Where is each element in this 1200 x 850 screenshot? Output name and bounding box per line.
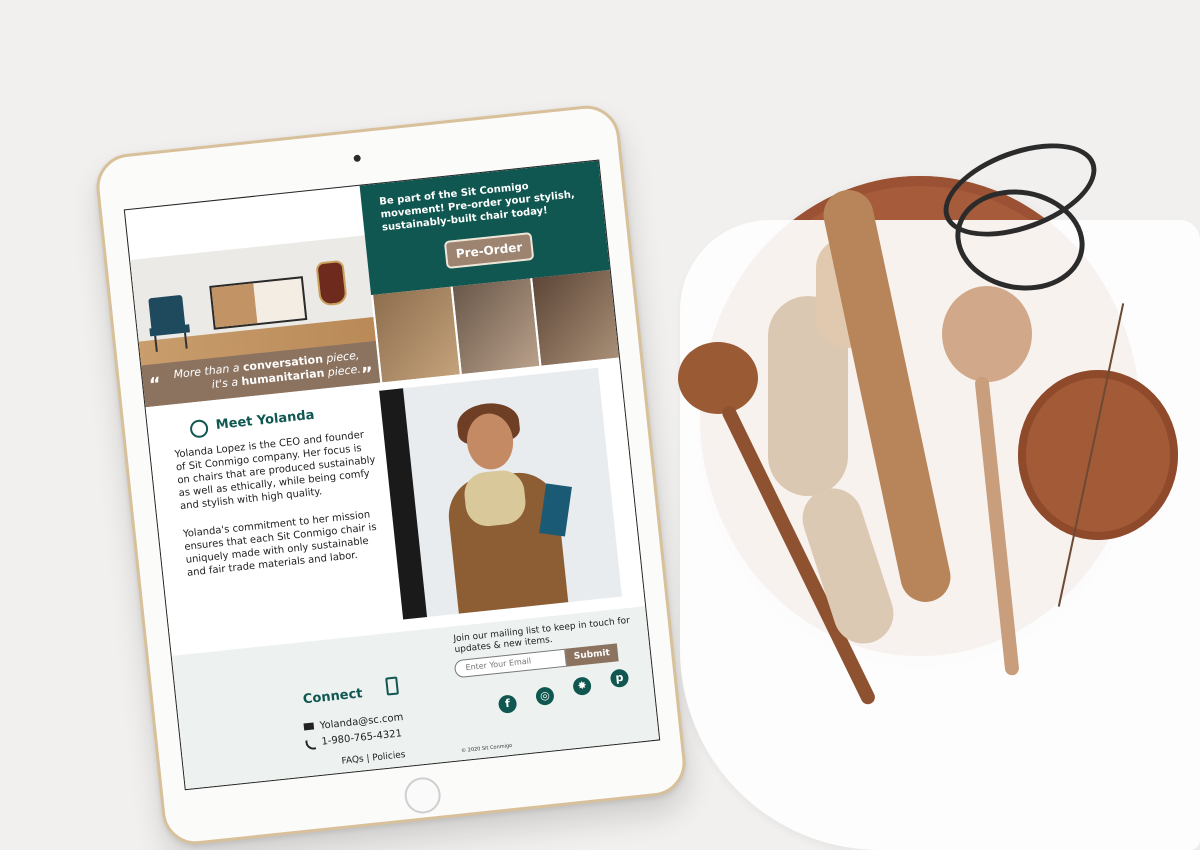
twitter-icon[interactable]: ✸ — [572, 676, 593, 697]
open-quote-icon: “ — [148, 373, 163, 396]
sideboard-drawer — [211, 283, 258, 328]
vase — [315, 259, 348, 307]
door-frame — [379, 388, 428, 620]
wooden-bowl — [1018, 370, 1178, 540]
instagram-icon[interactable]: ◎ — [535, 686, 555, 707]
quote-suffix: piece. — [323, 362, 362, 380]
camera-dot — [353, 154, 362, 163]
submit-button[interactable]: Submit — [565, 643, 619, 667]
bio-section: Meet Yolanda Yolanda Lopez is the CEO an… — [145, 357, 646, 656]
facebook-icon[interactable]: f — [497, 694, 518, 714]
footer-links[interactable]: FAQs | Policies — [341, 750, 406, 767]
tablet-device: “ More than a conversation piece, it's a… — [93, 102, 689, 848]
furniture-photo: “ More than a conversation piece, it's a… — [130, 235, 381, 408]
quote-line2-prefix: it's a — [211, 375, 243, 392]
ceo-portrait — [379, 367, 622, 620]
social-links: f ◎ ✸ p — [496, 668, 630, 716]
phone-icon — [305, 739, 317, 751]
preorder-button[interactable]: Pre-Order — [443, 231, 535, 270]
tablet-screen: “ More than a conversation piece, it's a… — [123, 159, 661, 791]
mobile-phone-icon — [385, 676, 399, 696]
bio-paragraph: Yolanda Lopez is the CEO and founder of … — [174, 429, 376, 513]
close-quote-icon: ” — [360, 363, 375, 386]
envelope-icon — [303, 722, 315, 731]
textile-photo — [450, 278, 540, 375]
folder — [539, 483, 572, 537]
weaving-photo — [371, 286, 460, 383]
copyright: © 2020 Sit Conmigo — [460, 742, 513, 755]
promo-text: Be part of the Sit Conmigo movement! Pre… — [378, 181, 576, 234]
contact-phone[interactable]: 1-980-765-4321 — [321, 728, 403, 747]
bio-paragraph: Yolanda's commitment to her mission ensu… — [182, 509, 378, 579]
artisan-photo — [530, 270, 619, 366]
wooden-spoon-light — [942, 286, 1032, 382]
meet-title: Meet Yolanda — [215, 407, 316, 433]
connect-title: Connect — [302, 686, 364, 708]
home-button — [402, 775, 443, 816]
wooden-spoon — [678, 342, 758, 414]
smiley-icon — [189, 418, 210, 439]
pinterest-icon[interactable]: p — [609, 668, 630, 689]
